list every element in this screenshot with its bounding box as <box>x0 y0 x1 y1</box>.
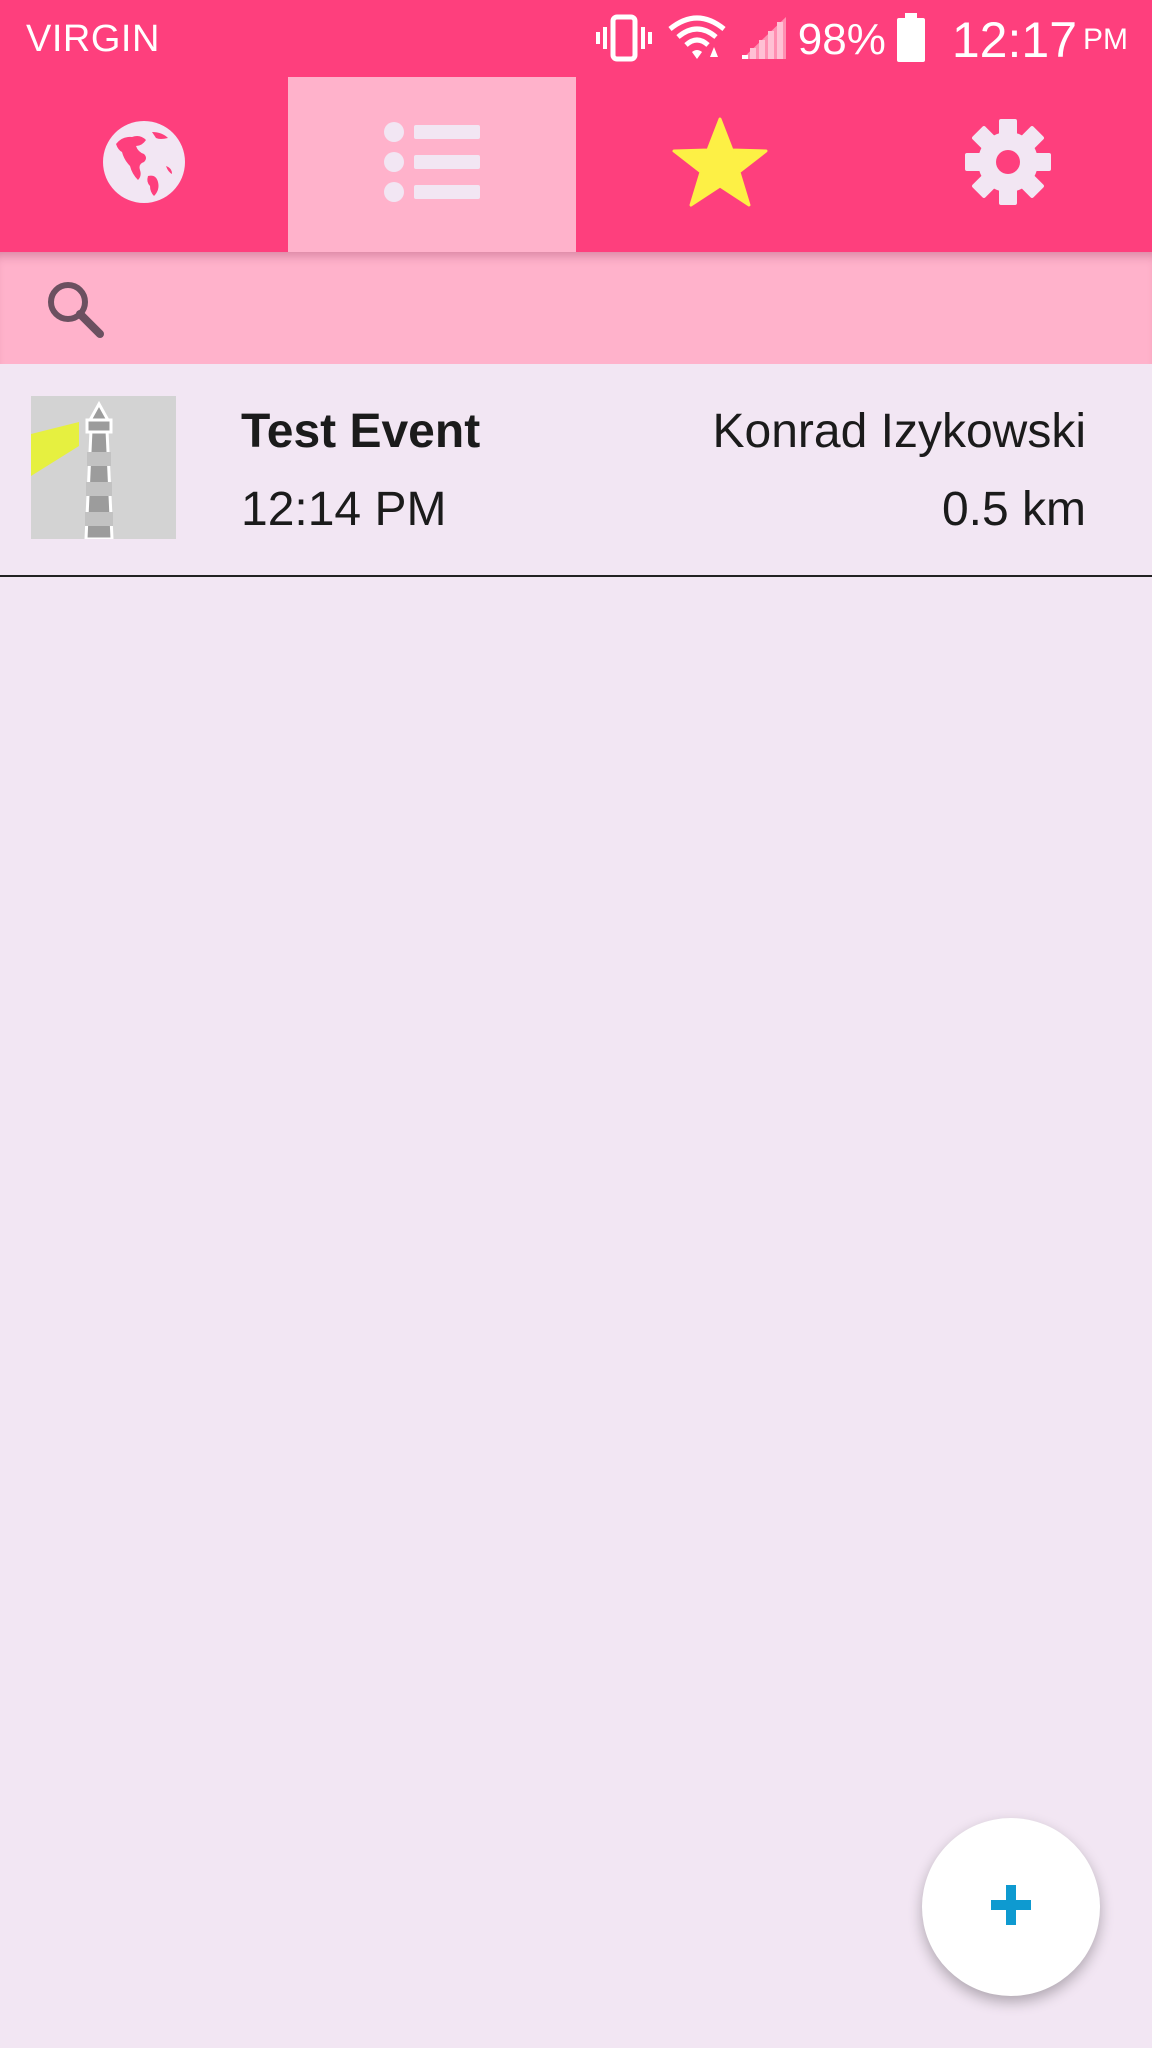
search-icon[interactable] <box>44 278 106 345</box>
globe-icon <box>102 120 186 209</box>
plus-icon <box>989 1883 1033 1932</box>
vibrate-icon <box>594 13 654 68</box>
carrier-name: VIRGIN <box>26 18 160 60</box>
battery-percent: 98% <box>797 15 886 64</box>
gear-icon <box>964 118 1052 211</box>
event-author: Konrad Izykowski <box>712 405 1086 458</box>
status-time: 12:17 <box>951 12 1077 68</box>
event-distance: 0.5 km <box>941 483 1086 536</box>
tab-map[interactable] <box>0 77 288 252</box>
list-item[interactable]: Test Event 12:14 PM Konrad Izykowski 0.5… <box>0 364 1152 577</box>
status-bar: VIRGIN 98% 12:17 PM <box>0 0 1152 77</box>
battery-icon <box>896 12 926 68</box>
search-input[interactable] <box>124 274 1108 344</box>
star-icon <box>672 117 768 212</box>
tab-settings[interactable] <box>864 77 1152 252</box>
status-ampm: PM <box>1083 23 1128 56</box>
tab-bar <box>0 77 1152 252</box>
add-event-button[interactable] <box>922 1818 1100 1996</box>
event-time: 12:14 PM <box>241 483 447 536</box>
tab-list[interactable] <box>288 77 576 252</box>
signal-icon <box>740 15 788 66</box>
event-list: Test Event 12:14 PM Konrad Izykowski 0.5… <box>0 364 1152 577</box>
event-title: Test Event <box>241 405 481 458</box>
search-bar <box>0 252 1152 364</box>
status-icons: 98% 12:17 PM <box>594 10 1128 70</box>
tab-favorites[interactable] <box>576 77 864 252</box>
wifi-icon <box>668 15 726 66</box>
list-icon <box>382 122 482 207</box>
lighthouse-icon <box>31 396 176 539</box>
